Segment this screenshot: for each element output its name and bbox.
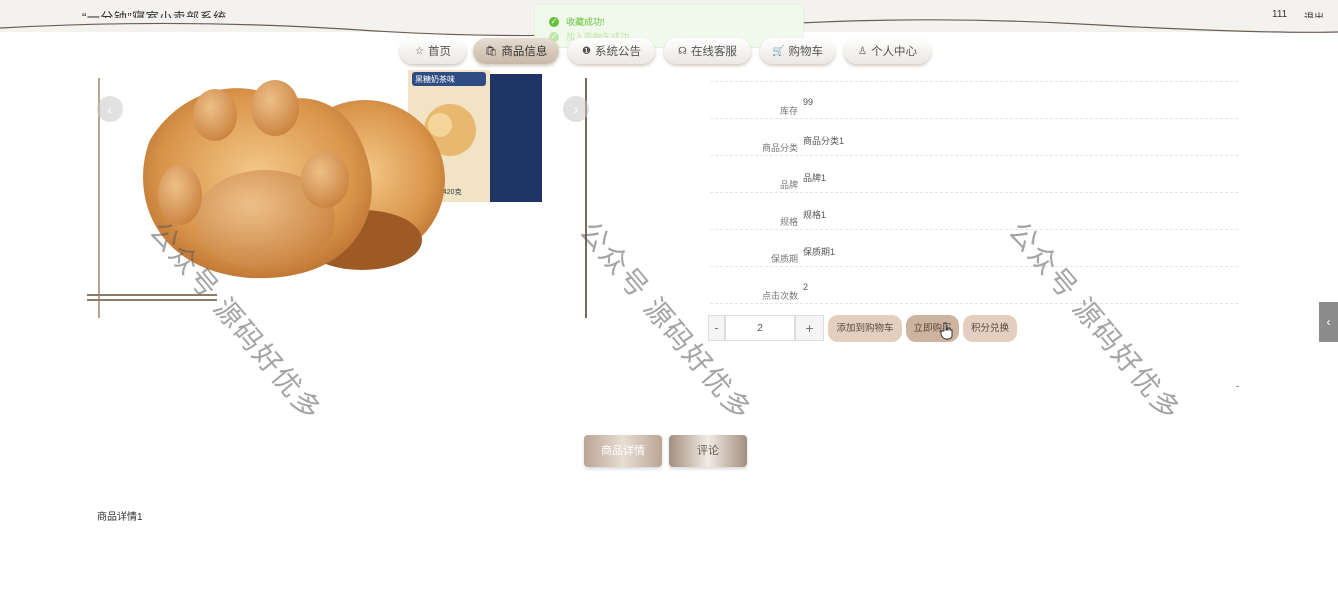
info-row-stock: 库存 99: [710, 82, 1238, 119]
carousel-next-button[interactable]: ›: [563, 96, 589, 122]
info-value: 2: [803, 282, 809, 292]
tab-product-detail[interactable]: 商品详情: [584, 435, 662, 467]
chevron-left-icon: ‹: [107, 101, 113, 117]
info-row-shelf-life: 保质期 保质期1: [710, 230, 1238, 267]
info-label: 库存: [779, 106, 798, 116]
nav-announcements-label: 系统公告: [594, 46, 641, 58]
tab-comments[interactable]: 评论: [669, 435, 747, 467]
carousel-prev-button[interactable]: ‹: [97, 96, 123, 122]
info-value: 商品分类1: [803, 136, 845, 146]
box-label-top: 黑糖奶茶味: [415, 74, 455, 84]
main-nav: ☆ 首页 🛍 商品信息 ❶ 系统公告 ☊ 在线客服 🛒 购物车 ♙ 个人中心: [0, 38, 1338, 66]
chevron-left-icon: ‹: [1326, 315, 1331, 329]
info-icon: ❶: [582, 45, 591, 57]
nav-products[interactable]: 🛍 商品信息: [473, 38, 559, 64]
nav-profile-label: 个人中心: [870, 46, 917, 58]
hand-cursor-icon: [940, 322, 953, 340]
info-label: 点击次数: [761, 291, 798, 301]
product-info-table: 库存 99 商品分类 商品分类1 品牌 品牌1 规格 规格1 保质期 保质期1 …: [710, 76, 1238, 304]
info-label: 商品分类: [761, 143, 798, 153]
bag-icon: 🛍: [484, 45, 498, 57]
nav-products-label: 商品信息: [501, 46, 548, 58]
toast-message: 收藏成功!: [566, 17, 605, 27]
nav-announcements[interactable]: ❶ 系统公告: [568, 38, 655, 64]
info-label: 品牌: [779, 180, 798, 190]
info-value: 保质期1: [803, 247, 836, 257]
info-row-category: 商品分类 商品分类1: [710, 119, 1238, 156]
info-row-brand: 品牌 品牌1: [710, 156, 1238, 193]
carousel-decor-lines: [87, 294, 217, 302]
quantity-decrement-button[interactable]: -: [708, 315, 725, 341]
nav-home-label: 首页: [427, 46, 451, 58]
info-row-clicks: 点击次数 2: [710, 267, 1238, 304]
product-image: 黑糖奶茶味 净含量: 420克: [143, 70, 542, 279]
info-row-spec: 规格 规格1: [710, 193, 1238, 230]
chevron-right-icon: ›: [573, 101, 579, 117]
headset-icon: ☊: [678, 45, 687, 57]
nav-customer-service-label: 在线客服: [690, 46, 737, 58]
nav-cart[interactable]: 🛒 购物车: [760, 38, 835, 64]
quantity-input[interactable]: [725, 315, 795, 341]
check-icon: ✓: [549, 16, 559, 27]
add-to-cart-button[interactable]: 添加到购物车: [828, 315, 902, 342]
info-value: 品牌1: [803, 173, 827, 183]
nav-cart-label: 购物车: [788, 46, 823, 58]
info-label: 保质期: [770, 254, 798, 264]
side-drawer-toggle[interactable]: ‹: [1319, 302, 1338, 342]
nav-customer-service[interactable]: ☊ 在线客服: [664, 38, 751, 64]
points-exchange-button[interactable]: 积分兑换: [963, 315, 1017, 342]
info-value: 99: [803, 97, 814, 107]
quantity-increment-button[interactable]: +: [795, 315, 824, 341]
info-value: 规格1: [803, 210, 827, 220]
divider-mark: [1236, 386, 1239, 387]
nav-home[interactable]: ☆ 首页: [400, 38, 466, 64]
product-detail-content: 商品详情1: [97, 512, 143, 523]
star-icon: ☆: [415, 45, 424, 57]
info-label: 规格: [779, 217, 798, 227]
cart-icon: 🛒: [772, 45, 785, 57]
nav-profile[interactable]: ♙ 个人中心: [844, 38, 931, 64]
user-icon: ♙: [858, 45, 867, 57]
toast-row: ✓ 收藏成功!: [549, 15, 605, 28]
